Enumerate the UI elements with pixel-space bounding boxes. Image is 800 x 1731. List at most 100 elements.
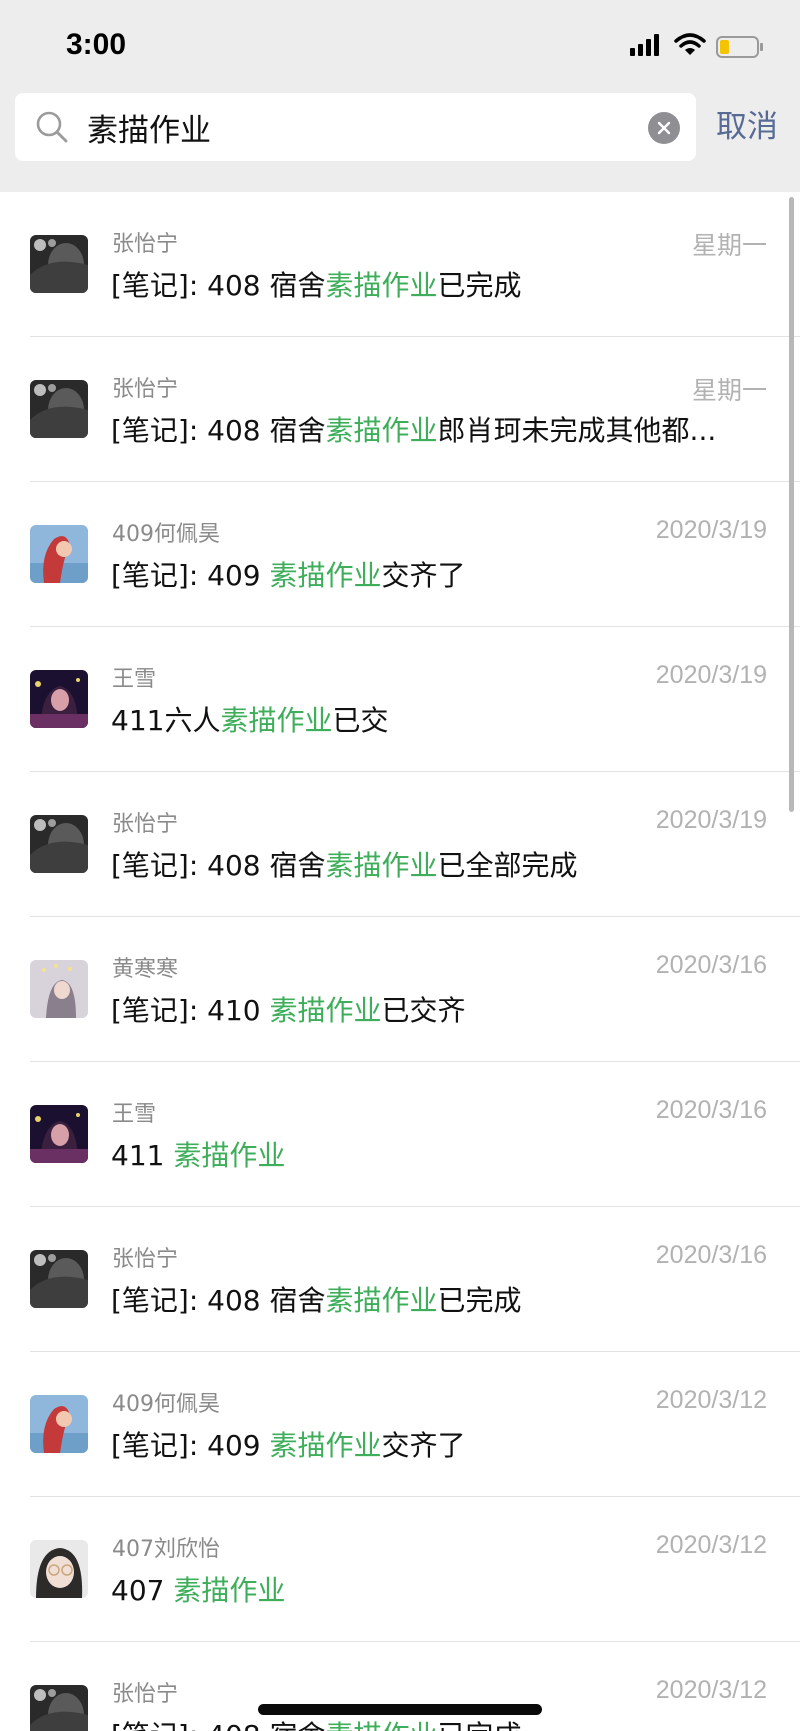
message-text: [笔记]: 408 宿舍 (111, 1284, 326, 1317)
cellular-signal-icon (630, 34, 659, 56)
message-snippet: [笔记]: 410 素描作业已交齐 (111, 989, 751, 1029)
sender-name: 张怡宁 (112, 377, 179, 402)
sender-name: 409何佩昊 (112, 1392, 220, 1417)
avatar (30, 525, 88, 583)
message-text: 411六人 (111, 704, 221, 737)
message-text: 交齐了 (381, 1429, 466, 1462)
message-text: [笔记]: 408 宿舍 (111, 1719, 326, 1731)
search-header: 3:00 取消 (0, 0, 800, 192)
message-date: 2020/3/12 (655, 1531, 767, 1559)
message-text: [笔记]: 408 宿舍 (111, 849, 326, 882)
search-result-row[interactable]: 王雪 2020/3/19 411六人素描作业已交 (0, 627, 800, 772)
avatar (30, 960, 88, 1018)
cancel-button[interactable]: 取消 (716, 103, 778, 151)
message-snippet: [笔记]: 409 素描作业交齐了 (111, 1424, 751, 1464)
message-text: [笔记]: 408 宿舍 (111, 414, 326, 447)
highlighted-keyword: 素描作业 (325, 414, 438, 447)
message-date: 2020/3/16 (655, 1241, 767, 1269)
search-result-row[interactable]: 张怡宁 星期一 [笔记]: 408 宿舍素描作业已完成 (0, 192, 800, 337)
search-result-row[interactable]: 黄寒寒 2020/3/16 [笔记]: 410 素描作业已交齐 (0, 917, 800, 1062)
message-snippet: [笔记]: 408 宿舍素描作业已完成 (111, 264, 751, 304)
clear-search-button[interactable] (648, 112, 680, 144)
search-results-list: 张怡宁 星期一 [笔记]: 408 宿舍素描作业已完成 张怡宁 星期一 [笔记]: 408… (0, 192, 800, 1731)
sender-name: 黄寒寒 (112, 957, 179, 982)
search-result-row[interactable]: 409何佩昊 2020/3/12 [笔记]: 409 素描作业交齐了 (0, 1352, 800, 1497)
search-result-row[interactable]: 张怡宁 星期一 [笔记]: 408 宿舍素描作业郎肖珂未完成其他都... (0, 337, 800, 482)
sender-name: 张怡宁 (112, 232, 179, 257)
message-text: 已完成 (438, 1719, 522, 1731)
highlighted-keyword: 素描作业 (173, 1139, 286, 1172)
avatar (30, 670, 88, 728)
wifi-icon (674, 33, 706, 55)
highlighted-keyword: 素描作业 (269, 994, 382, 1027)
message-text: [笔记]: 409 (111, 1429, 270, 1462)
highlighted-keyword: 素描作业 (325, 269, 438, 302)
message-snippet: 411 素描作业 (111, 1134, 751, 1174)
message-date: 2020/3/16 (655, 1096, 767, 1124)
highlighted-keyword: 素描作业 (220, 704, 333, 737)
sender-name: 407刘欣怡 (112, 1537, 220, 1562)
avatar (30, 235, 88, 293)
sender-name: 王雪 (112, 1102, 157, 1127)
home-indicator[interactable] (258, 1704, 542, 1715)
highlighted-keyword: 素描作业 (173, 1574, 286, 1607)
message-text: [笔记]: 410 (111, 994, 270, 1027)
message-text: 已完成 (437, 1284, 522, 1317)
highlighted-keyword: 素描作业 (325, 849, 438, 882)
search-result-row[interactable]: 409何佩昊 2020/3/19 [笔记]: 409 素描作业交齐了 (0, 482, 800, 627)
message-date: 2020/3/12 (655, 1676, 767, 1704)
search-icon (36, 111, 68, 143)
message-text: [笔记]: 408 宿舍 (111, 269, 326, 302)
message-date: 2020/3/12 (655, 1386, 767, 1414)
status-bar: 3:00 (0, 0, 800, 92)
status-time: 3:00 (66, 28, 127, 61)
message-text: 407 (111, 1574, 174, 1607)
search-result-row[interactable]: 王雪 2020/3/16 411 素描作业 (0, 1062, 800, 1207)
highlighted-keyword: 素描作业 (269, 1429, 382, 1462)
message-snippet: [笔记]: 408 宿舍素描作业已完成 (111, 1714, 751, 1731)
message-date: 2020/3/19 (655, 516, 767, 544)
message-text: 已完成 (437, 269, 522, 302)
message-snippet: 407 素描作业 (111, 1569, 751, 1609)
message-text: 已交 (332, 704, 389, 737)
search-result-row[interactable]: 407刘欣怡 2020/3/12 407 素描作业 (0, 1497, 800, 1642)
message-date: 2020/3/19 (655, 661, 767, 689)
avatar (30, 1540, 88, 1598)
message-text: 交齐了 (381, 559, 466, 592)
message-date: 星期一 (691, 377, 767, 405)
message-snippet: [笔记]: 408 宿舍素描作业已完成 (111, 1279, 751, 1319)
message-text: 411 (111, 1139, 174, 1172)
message-text: [笔记]: 409 (111, 559, 270, 592)
avatar (30, 1395, 88, 1453)
search-box[interactable] (15, 93, 696, 161)
battery-icon (716, 36, 763, 58)
highlighted-keyword: 素描作业 (325, 1284, 438, 1317)
search-input[interactable] (87, 93, 647, 161)
scrollbar[interactable] (789, 197, 794, 812)
avatar (30, 1685, 88, 1731)
sender-name: 张怡宁 (112, 812, 179, 837)
message-snippet: [笔记]: 408 宿舍素描作业已全部完成 (111, 844, 751, 884)
message-date: 星期一 (691, 232, 767, 260)
message-text: 郎肖珂未完成其他都... (437, 414, 717, 447)
search-result-row[interactable]: 张怡宁 2020/3/12 [笔记]: 408 宿舍素描作业已完成 (0, 1642, 800, 1731)
avatar (30, 1105, 88, 1163)
search-result-row[interactable]: 张怡宁 2020/3/19 [笔记]: 408 宿舍素描作业已全部完成 (0, 772, 800, 917)
message-date: 2020/3/16 (655, 951, 767, 979)
highlighted-keyword: 素描作业 (269, 559, 382, 592)
sender-name: 张怡宁 (112, 1247, 179, 1272)
search-result-row[interactable]: 张怡宁 2020/3/16 [笔记]: 408 宿舍素描作业已完成 (0, 1207, 800, 1352)
message-snippet: 411六人素描作业已交 (111, 699, 751, 739)
highlighted-keyword: 素描作业 (326, 1719, 438, 1731)
avatar (30, 380, 88, 438)
message-snippet: [笔记]: 409 素描作业交齐了 (111, 554, 751, 594)
sender-name: 王雪 (112, 667, 157, 692)
sender-name: 409何佩昊 (112, 522, 220, 547)
sender-name: 张怡宁 (112, 1682, 179, 1707)
message-text: 已全部完成 (437, 849, 578, 882)
message-text: 已交齐 (381, 994, 466, 1027)
close-icon (657, 121, 671, 135)
message-snippet: [笔记]: 408 宿舍素描作业郎肖珂未完成其他都... (111, 409, 751, 449)
avatar (30, 815, 88, 873)
message-date: 2020/3/19 (655, 806, 767, 834)
